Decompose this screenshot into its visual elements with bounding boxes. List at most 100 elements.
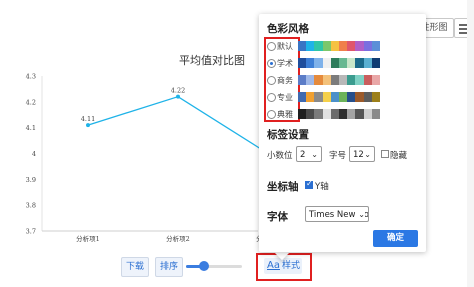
color-swatch <box>298 58 307 68</box>
size-slider[interactable] <box>186 265 242 268</box>
color-scheme-label: 学术 <box>277 59 293 68</box>
radio-button[interactable] <box>267 93 276 102</box>
color-swatch <box>306 109 315 119</box>
color-swatch <box>347 58 356 68</box>
x-tick-label: 分析项1 <box>76 234 100 243</box>
series-line <box>87 95 269 155</box>
color-swatch <box>347 109 356 119</box>
color-swatch <box>330 92 340 102</box>
color-swatch <box>330 58 340 68</box>
color-swatch <box>314 75 323 85</box>
color-swatch <box>330 75 340 85</box>
color-swatch <box>363 41 372 51</box>
color-swatch <box>298 41 307 51</box>
page-scrollbar[interactable] <box>467 0 474 287</box>
radio-button[interactable] <box>267 42 276 51</box>
radio-button[interactable] <box>267 110 276 119</box>
color-scheme-label: 专业 <box>277 93 293 102</box>
color-swatch <box>322 75 331 85</box>
color-swatch <box>371 41 381 51</box>
color-swatch <box>339 109 348 119</box>
color-swatch <box>330 41 340 51</box>
color-swatch <box>339 92 348 102</box>
color-swatch <box>314 109 323 119</box>
color-swatch <box>306 75 315 85</box>
color-swatch-strip[interactable] <box>298 75 381 85</box>
color-swatch <box>371 75 381 85</box>
color-swatch <box>306 58 315 68</box>
text-style-icon: Aa <box>267 260 280 271</box>
font-size-select[interactable]: 12 ⌄ <box>349 146 375 162</box>
color-swatch-strip[interactable] <box>298 41 381 51</box>
color-swatch <box>322 58 331 68</box>
y-tick-label: 4.1 <box>26 124 36 132</box>
radio-button[interactable] <box>267 76 276 85</box>
decimals-label: 小数位 <box>267 151 293 161</box>
color-swatch <box>339 58 348 68</box>
color-swatch <box>298 92 307 102</box>
y-tick-label: 4.2 <box>26 98 36 106</box>
color-swatch <box>330 109 340 119</box>
color-swatch <box>322 109 331 119</box>
style-button[interactable]: Aa 样式 <box>264 258 302 274</box>
color-swatch <box>355 41 364 51</box>
axis-heading: 坐标轴 <box>267 181 299 193</box>
color-swatch <box>314 41 323 51</box>
stage: 平均值对比图 3.73.83.944.14.24.3 分析项1分析项2分析项3 … <box>0 0 474 287</box>
decimals-value: 2 <box>300 150 306 160</box>
decimals-select[interactable]: 2 ⌄ <box>296 146 322 162</box>
color-swatch <box>306 92 315 102</box>
color-swatch <box>371 109 381 119</box>
y-tick-label: 3.9 <box>26 176 36 184</box>
font-size-label: 字号 <box>329 151 347 161</box>
color-scheme-label: 典雅 <box>277 110 293 119</box>
color-style-heading: 色彩风格 <box>267 23 309 35</box>
color-swatch <box>314 58 323 68</box>
chevron-down-icon: ⌄ <box>357 207 365 221</box>
sort-button[interactable]: 排序 <box>155 257 183 277</box>
color-swatch <box>363 92 372 102</box>
chart-title: 平均值对比图 <box>179 53 245 67</box>
download-button[interactable]: 下载 <box>121 257 149 277</box>
y-axis-checkbox[interactable] <box>305 179 313 189</box>
confirm-button[interactable]: 确定 <box>373 230 418 247</box>
color-swatch-strip[interactable] <box>298 58 381 68</box>
font-family-select[interactable]: Times New Roman ⌄ <box>305 206 369 222</box>
color-swatch <box>298 109 307 119</box>
color-swatch <box>355 58 364 68</box>
y-tick-label: 3.8 <box>26 202 36 210</box>
y-tick-label: 3.7 <box>26 228 36 236</box>
color-swatch-strip[interactable] <box>298 109 381 119</box>
color-swatch <box>339 75 348 85</box>
color-swatch <box>355 109 364 119</box>
color-swatch <box>355 92 364 102</box>
slider-handle[interactable] <box>199 261 209 271</box>
color-swatch <box>298 75 307 85</box>
data-label: 4.11 <box>81 115 95 123</box>
font-heading: 字体 <box>267 211 288 223</box>
color-swatch <box>371 58 381 68</box>
color-swatch <box>363 58 372 68</box>
data-point[interactable] <box>176 94 180 99</box>
y-tick-labels: 3.7 3.8 3.9 4 4.1 4.2 4.3 <box>26 73 36 236</box>
color-swatch <box>347 92 356 102</box>
color-swatch <box>339 41 348 51</box>
font-size-value: 12 <box>353 150 364 160</box>
color-swatch <box>306 41 315 51</box>
radio-button[interactable] <box>267 59 276 68</box>
style-label: 样式 <box>281 261 300 271</box>
color-swatch <box>355 75 364 85</box>
color-swatch <box>322 92 331 102</box>
chevron-down-icon: ⌄ <box>311 150 318 159</box>
x-tick-label: 分析项2 <box>166 234 190 243</box>
color-swatch <box>314 92 323 102</box>
data-point[interactable] <box>86 123 90 128</box>
color-swatch-strip[interactable] <box>298 92 381 102</box>
color-swatch <box>322 41 331 51</box>
hide-checkbox[interactable] <box>381 150 389 158</box>
series-average: 4.11 4.22 <box>81 87 270 156</box>
color-swatch <box>363 109 372 119</box>
x-tick-labels: 分析项1分析项2分析项3 <box>76 234 280 243</box>
color-swatch <box>347 75 356 85</box>
color-swatch <box>347 41 356 51</box>
